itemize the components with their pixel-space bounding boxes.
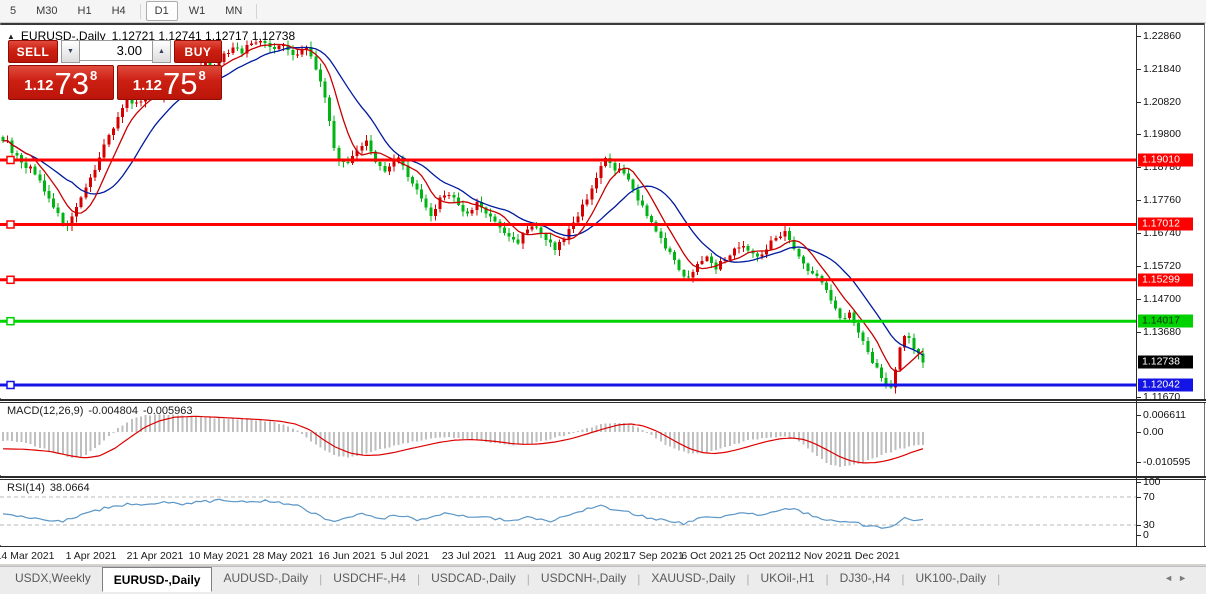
macd-axis-label: 0.006611 bbox=[1143, 409, 1187, 421]
toolbar-separator bbox=[256, 3, 258, 19]
macd-axis-tick bbox=[1137, 462, 1141, 463]
buy-price-main: 75 bbox=[162, 66, 198, 101]
rsi-axis-tick bbox=[1137, 535, 1141, 536]
sell-price-prefix: 1.12 bbox=[24, 77, 54, 94]
rsi-axis-tick bbox=[1137, 497, 1141, 498]
timeframe-button-5[interactable]: 5 bbox=[1, 1, 25, 21]
price-axis-label: 1.11670 bbox=[1143, 391, 1181, 403]
tab-uk100-daily[interactable]: UK100-,Daily bbox=[904, 567, 997, 589]
macd-label: MACD(12,26,9) bbox=[7, 405, 84, 417]
tab-scroll-right-icon[interactable]: ► bbox=[1178, 573, 1192, 583]
toolbar-separator bbox=[139, 3, 141, 19]
rsi-axis-label: 100 bbox=[1143, 476, 1161, 488]
price-axis-label: 1.17760 bbox=[1143, 194, 1181, 206]
rsi-axis-label: 70 bbox=[1143, 491, 1155, 503]
tab-ukoil-h1[interactable]: UKOil-,H1 bbox=[750, 567, 826, 589]
price-axis-tick bbox=[1137, 200, 1141, 201]
price-axis-label: 1.22860 bbox=[1143, 30, 1181, 42]
tab-eurusd-daily[interactable]: EURUSD-,Daily bbox=[101, 567, 213, 592]
chart-tab-bar: USDX,Weekly EURUSD-,Daily AUDUSD-,Daily | US… bbox=[0, 566, 1206, 594]
price-axis-tick bbox=[1137, 36, 1141, 37]
tab-xauusd-daily[interactable]: XAUUSD-,Daily bbox=[640, 567, 746, 589]
price-axis-tick bbox=[1137, 397, 1141, 398]
macd-axis-label: -0.010595 bbox=[1143, 456, 1191, 468]
date-axis-label: 1 Dec 2021 bbox=[846, 550, 900, 562]
price-axis-tick bbox=[1137, 134, 1141, 135]
rsi-value: 38.0664 bbox=[49, 482, 90, 494]
timeframe-button-MN[interactable]: MN bbox=[216, 1, 251, 21]
one-click-trading-widget: SELL ▼ 3.00 ▲ BUY 1.12 73 8 1.12 75 8 bbox=[8, 40, 222, 100]
timeframe-toolbar: 5 M30 H1 H4 D1 W1 MN bbox=[0, 0, 1206, 23]
price-axis-label: 1.14700 bbox=[1143, 293, 1181, 305]
rsi-label: RSI(14) bbox=[7, 482, 45, 494]
volume-increment-button[interactable]: ▲ bbox=[151, 40, 171, 63]
date-axis[interactable]: 14 Mar 2021 1 Apr 2021 21 Apr 2021 10 May 2… bbox=[0, 547, 1206, 564]
price-axis-tick bbox=[1137, 233, 1141, 234]
price-axis-tick bbox=[1137, 332, 1141, 333]
macd-axis-tick bbox=[1137, 432, 1141, 433]
buy-price-display[interactable]: 1.12 75 8 bbox=[116, 65, 222, 101]
price-axis-tick bbox=[1137, 266, 1141, 267]
price-level-badge: 1.12738 bbox=[1138, 355, 1193, 369]
tab-usdx-weekly[interactable]: USDX,Weekly bbox=[4, 567, 102, 589]
timeframe-button-W1[interactable]: W1 bbox=[180, 1, 215, 21]
macd-axis-tick bbox=[1137, 415, 1141, 416]
price-level-badge: 1.14017 bbox=[1138, 314, 1193, 328]
price-level-badge: 1.15299 bbox=[1138, 273, 1193, 287]
price-axis-label: 1.19800 bbox=[1143, 128, 1181, 140]
trading-terminal-window: 5 M30 H1 H4 D1 W1 MN ▲ EURUSD-,Daily 1.12721 1… bbox=[0, 0, 1206, 594]
tab-separator: | bbox=[997, 571, 1001, 586]
timeframe-button-M30[interactable]: M30 bbox=[27, 1, 66, 21]
tab-usdcnh-daily[interactable]: USDCNH-,Daily bbox=[530, 567, 637, 589]
price-axis-label: 1.15720 bbox=[1143, 260, 1181, 272]
rsi-axis-tick bbox=[1137, 525, 1141, 526]
sell-price-main: 73 bbox=[54, 66, 89, 101]
price-axis-label: 1.13680 bbox=[1143, 326, 1181, 338]
chart-frame-right-border bbox=[1204, 23, 1205, 546]
volume-input[interactable]: 3.00 bbox=[79, 40, 152, 61]
price-level-badge: 1.12042 bbox=[1138, 378, 1193, 392]
buy-price-prefix: 1.12 bbox=[132, 77, 162, 94]
price-axis-tick bbox=[1137, 102, 1141, 103]
sell-button[interactable]: SELL bbox=[8, 40, 58, 63]
buy-button[interactable]: BUY bbox=[173, 40, 222, 63]
tab-dj30-h4[interactable]: DJ30-,H4 bbox=[829, 567, 902, 589]
timeframe-button-D1-active[interactable]: D1 bbox=[145, 1, 178, 21]
timeframe-button-H1[interactable]: H1 bbox=[69, 1, 101, 21]
timeframe-button-H4[interactable]: H4 bbox=[103, 1, 135, 21]
tab-scroll-left-icon[interactable]: ◄ bbox=[1164, 573, 1178, 583]
price-axis-tick bbox=[1137, 299, 1141, 300]
tab-audusd-daily[interactable]: AUDUSD-,Daily bbox=[212, 567, 319, 589]
rsi-indicator-panel[interactable] bbox=[0, 480, 1136, 545]
macd-value: -0.004804 bbox=[88, 405, 138, 417]
macd-axis-label: 0.00 bbox=[1143, 426, 1164, 438]
volume-decrement-button[interactable]: ▼ bbox=[60, 40, 80, 63]
price-axis-label: 1.21840 bbox=[1143, 63, 1181, 75]
macd-header: MACD(12,26,9) -0.004804 -0.005963 bbox=[7, 405, 193, 417]
sell-price-pip: 8 bbox=[89, 68, 98, 83]
rsi-axis-label: 0 bbox=[1143, 529, 1149, 541]
rsi-axis-tick bbox=[1137, 482, 1141, 483]
sell-price-display[interactable]: 1.12 73 8 bbox=[8, 65, 114, 100]
price-level-badge: 1.17012 bbox=[1138, 217, 1193, 231]
price-axis-tick bbox=[1137, 69, 1141, 70]
tab-usdcad-daily[interactable]: USDCAD-,Daily bbox=[420, 567, 527, 589]
tab-usdchf-h4[interactable]: USDCHF-,H4 bbox=[322, 567, 417, 589]
rsi-header: RSI(14) 38.0664 bbox=[7, 482, 90, 494]
price-axis-tick bbox=[1137, 167, 1141, 168]
price-axis-label: 1.20820 bbox=[1143, 96, 1181, 108]
price-axis-border bbox=[1136, 25, 1137, 546]
buy-price-pip: 8 bbox=[198, 68, 206, 83]
macd-signal-value: -0.005963 bbox=[142, 405, 193, 417]
price-level-badge: 1.19010 bbox=[1138, 153, 1193, 167]
tab-scroll-arrows[interactable]: ◄► bbox=[1164, 573, 1192, 583]
